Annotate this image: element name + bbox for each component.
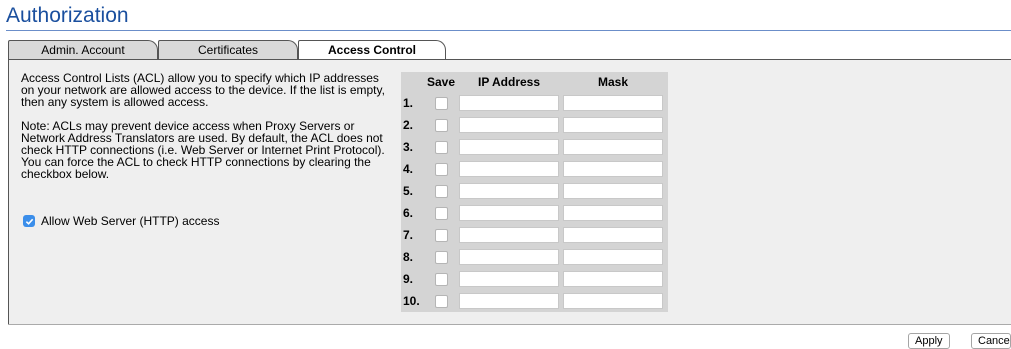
save-checkbox[interactable] [434, 206, 448, 220]
save-checkbox[interactable] [434, 294, 448, 308]
ip-address-input[interactable] [459, 204, 559, 221]
ip-address-input[interactable] [459, 116, 559, 133]
description: Access Control Lists (ACL) allow you to … [21, 72, 393, 192]
mask-input[interactable] [563, 94, 663, 111]
mask-input[interactable] [563, 292, 663, 309]
acl-row: 9. [401, 268, 668, 290]
apply-button[interactable]: Apply [908, 333, 950, 349]
ip-address-input[interactable] [459, 160, 559, 177]
row-number: 9. [403, 272, 414, 286]
footer-divider [8, 324, 1011, 325]
row-number: 8. [403, 250, 414, 264]
row-number: 5. [403, 184, 414, 198]
row-number: 1. [403, 96, 414, 110]
allow-http-option[interactable]: Allow Web Server (HTTP) access [23, 214, 219, 228]
mask-input[interactable] [563, 182, 663, 199]
ip-address-input[interactable] [459, 226, 559, 243]
ip-address-input[interactable] [459, 292, 559, 309]
acl-row: 6. [401, 202, 668, 224]
save-checkbox[interactable] [434, 250, 448, 264]
description-paragraph: Access Control Lists (ACL) allow you to … [21, 71, 385, 109]
save-checkbox[interactable] [434, 118, 448, 132]
ip-address-input[interactable] [459, 138, 559, 155]
mask-input[interactable] [563, 226, 663, 243]
acl-row: 1. [401, 92, 668, 114]
tab-bar: Admin. Account Certificates Access Contr… [8, 40, 1011, 60]
mask-input[interactable] [563, 116, 663, 133]
save-checkbox[interactable] [434, 228, 448, 242]
acl-row: 5. [401, 180, 668, 202]
save-checkbox[interactable] [434, 184, 448, 198]
acl-table: Save IP Address Mask 1. 2. 3. 4. 5. 6. 7. 8. 9. 1… [401, 72, 668, 312]
header-save: Save [426, 75, 456, 89]
row-number: 7. [403, 228, 414, 242]
header-mask: Mask [597, 75, 629, 89]
save-checkbox[interactable] [434, 140, 448, 154]
mask-input[interactable] [563, 160, 663, 177]
ip-address-input[interactable] [459, 248, 559, 265]
cancel-button[interactable]: Cance [971, 333, 1011, 349]
page-title: Authorization [6, 4, 129, 27]
row-number: 6. [403, 206, 414, 220]
note-paragraph: Note: ACLs may prevent device access whe… [21, 119, 385, 181]
mask-input[interactable] [563, 204, 663, 221]
mask-input[interactable] [563, 138, 663, 155]
title-divider [6, 30, 1011, 31]
save-checkbox[interactable] [434, 96, 448, 110]
mask-input[interactable] [563, 248, 663, 265]
header-ip-address: IP Address [477, 75, 541, 89]
acl-row: 4. [401, 158, 668, 180]
acl-header-row: Save IP Address Mask [401, 72, 668, 92]
tab-access-control[interactable]: Access Control [298, 40, 446, 60]
allow-http-label: Allow Web Server (HTTP) access [41, 214, 220, 228]
acl-row: 2. [401, 114, 668, 136]
acl-row: 7. [401, 224, 668, 246]
save-checkbox[interactable] [434, 272, 448, 286]
row-number: 3. [403, 140, 414, 154]
ip-address-input[interactable] [459, 182, 559, 199]
tab-admin-account[interactable]: Admin. Account [8, 40, 158, 59]
row-number: 4. [403, 162, 414, 176]
checkmark-icon [25, 218, 33, 225]
ip-address-input[interactable] [459, 94, 559, 111]
save-checkbox[interactable] [434, 162, 448, 176]
ip-address-input[interactable] [459, 270, 559, 287]
row-number: 2. [403, 118, 414, 132]
mask-input[interactable] [563, 270, 663, 287]
row-number: 10. [403, 294, 420, 308]
acl-row: 3. [401, 136, 668, 158]
tab-certificates[interactable]: Certificates [158, 40, 298, 59]
acl-body: 1. 2. 3. 4. 5. 6. 7. 8. 9. 10. [401, 92, 668, 312]
acl-row: 10. [401, 290, 668, 312]
acl-row: 8. [401, 246, 668, 268]
access-control-panel: Access Control Lists (ACL) allow you to … [8, 60, 1011, 324]
allow-http-checkbox[interactable] [23, 215, 35, 227]
